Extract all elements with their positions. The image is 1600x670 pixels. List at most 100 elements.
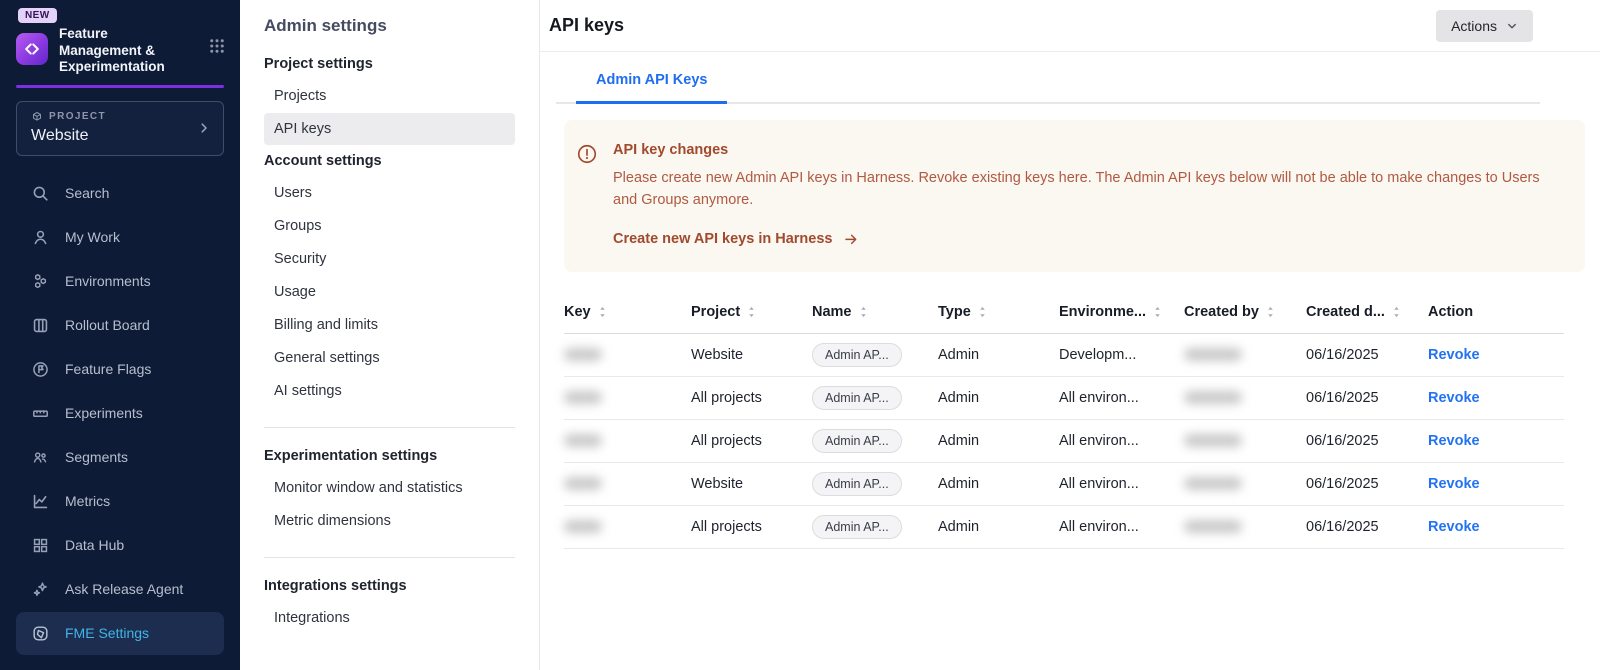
- sidebar-item-label: My Work: [65, 229, 120, 245]
- cell-created-date: 06/16/2025: [1306, 519, 1428, 535]
- table-row: All projects Admin AP... Admin All envir…: [564, 420, 1564, 463]
- project-selector[interactable]: PROJECT Website: [16, 101, 224, 156]
- cell-type: Admin: [938, 476, 1059, 492]
- sidebar-item-data-hub[interactable]: Data Hub: [16, 524, 224, 567]
- table-row: Website Admin AP... Admin Developm... 06…: [564, 334, 1564, 377]
- cell-project: All projects: [691, 519, 812, 535]
- cell-environments: All environ...: [1059, 390, 1184, 406]
- sidebar-item-segments[interactable]: Segments: [16, 436, 224, 479]
- column-header-created-date: Created d...: [1306, 304, 1385, 320]
- primary-nav: Search My Work Environments Rollout Boar…: [16, 172, 224, 655]
- sidebar-item-metrics[interactable]: Metrics: [16, 480, 224, 523]
- cell-type: Admin: [938, 390, 1059, 406]
- table-row: All projects Admin AP... Admin All envir…: [564, 377, 1564, 420]
- column-header-type: Type: [938, 304, 971, 320]
- brand-accent-divider: [16, 85, 224, 88]
- revoke-link[interactable]: Revoke: [1428, 347, 1480, 363]
- redacted-key-value: [564, 434, 602, 447]
- sidebar-item-users[interactable]: Users: [264, 177, 515, 209]
- section-heading-account-settings: Account settings: [264, 153, 515, 169]
- fme-logo-icon: [16, 33, 48, 65]
- sort-icon[interactable]: [858, 305, 869, 319]
- admin-settings-sidebar: Admin settings Project settings Projects…: [240, 0, 540, 670]
- cell-project: All projects: [691, 433, 812, 449]
- fme-settings-icon: [30, 623, 50, 643]
- column-header-project: Project: [691, 304, 740, 320]
- cell-project: Website: [691, 476, 812, 492]
- sidebar-item-ai-settings[interactable]: AI settings: [264, 375, 515, 407]
- table-row: All projects Admin AP... Admin All envir…: [564, 506, 1564, 549]
- redacted-created-by: [1184, 520, 1242, 533]
- sidebar-item-label: Rollout Board: [65, 317, 150, 333]
- sidebar-item-feature-flags[interactable]: Feature Flags: [16, 348, 224, 391]
- create-api-keys-link[interactable]: Create new API keys in Harness: [613, 231, 859, 247]
- revoke-link[interactable]: Revoke: [1428, 433, 1480, 449]
- user-icon: [30, 227, 50, 247]
- sidebar-item-security[interactable]: Security: [264, 243, 515, 275]
- grid-dots-icon[interactable]: [208, 37, 226, 55]
- sidebar-item-api-keys[interactable]: API keys: [264, 113, 515, 145]
- sidebar-item-my-work[interactable]: My Work: [16, 216, 224, 259]
- sort-icon[interactable]: [1391, 305, 1402, 319]
- cell-type: Admin: [938, 519, 1059, 535]
- section-heading-integrations-settings: Integrations settings: [264, 578, 515, 594]
- project-name: Website: [31, 127, 106, 145]
- sort-icon[interactable]: [746, 305, 757, 319]
- sidebar-item-projects[interactable]: Projects: [264, 80, 515, 112]
- tab-admin-api-keys[interactable]: Admin API Keys: [576, 72, 727, 104]
- callout-body: Please create new Admin API keys in Harn…: [613, 167, 1561, 211]
- create-api-keys-link-label: Create new API keys in Harness: [613, 231, 832, 247]
- redacted-created-by: [1184, 391, 1242, 404]
- api-key-changes-callout: API key changes Please create new Admin …: [564, 120, 1585, 272]
- sidebar-item-fme-settings[interactable]: FME Settings: [16, 612, 224, 655]
- tab-content: API key changes Please create new Admin …: [540, 104, 1600, 549]
- brand-header: NEW Feature Management & Experimentation: [0, 0, 240, 76]
- api-key-name-pill: Admin AP...: [812, 515, 902, 539]
- sidebar-item-metric-dimensions[interactable]: Metric dimensions: [264, 505, 515, 537]
- section-heading-project-settings: Project settings: [264, 56, 515, 72]
- sidebar-item-experiments[interactable]: Experiments: [16, 392, 224, 435]
- primary-sidebar: NEW Feature Management & Experimentation: [0, 0, 240, 670]
- revoke-link[interactable]: Revoke: [1428, 476, 1480, 492]
- sidebar-item-monitor-window[interactable]: Monitor window and statistics: [264, 472, 515, 504]
- chevron-right-icon: [197, 121, 211, 135]
- sidebar-item-rollout-board[interactable]: Rollout Board: [16, 304, 224, 347]
- cell-type: Admin: [938, 433, 1059, 449]
- sort-icon[interactable]: [977, 305, 988, 319]
- sort-icon[interactable]: [1265, 305, 1276, 319]
- sidebar-item-usage[interactable]: Usage: [264, 276, 515, 308]
- api-key-name-pill: Admin AP...: [812, 429, 902, 453]
- cell-project: All projects: [691, 390, 812, 406]
- sidebar-item-billing-and-limits[interactable]: Billing and limits: [264, 309, 515, 341]
- sidebar-item-environments[interactable]: Environments: [16, 260, 224, 303]
- project-label: PROJECT: [49, 111, 106, 122]
- sort-icon[interactable]: [1152, 305, 1163, 319]
- api-key-name-pill: Admin AP...: [812, 472, 902, 496]
- sidebar-item-integrations[interactable]: Integrations: [264, 602, 515, 634]
- data-hub-icon: [30, 535, 50, 555]
- sidebar-item-general-settings[interactable]: General settings: [264, 342, 515, 374]
- cell-type: Admin: [938, 347, 1059, 363]
- actions-button[interactable]: Actions: [1436, 10, 1533, 42]
- tab-bar: Admin API Keys: [556, 72, 1540, 104]
- cell-environments: All environ...: [1059, 433, 1184, 449]
- redacted-created-by: [1184, 348, 1242, 361]
- column-header-name: Name: [812, 304, 852, 320]
- revoke-link[interactable]: Revoke: [1428, 519, 1480, 535]
- sidebar-item-label: Search: [65, 185, 109, 201]
- sidebar-item-ask-release-agent[interactable]: Ask Release Agent: [16, 568, 224, 611]
- api-key-name-pill: Admin AP...: [812, 386, 902, 410]
- sidebar-item-label: Metrics: [65, 493, 110, 509]
- sidebar-item-groups[interactable]: Groups: [264, 210, 515, 242]
- actions-button-label: Actions: [1451, 18, 1497, 34]
- cell-project: Website: [691, 347, 812, 363]
- cube-icon: [31, 111, 43, 123]
- sort-icon[interactable]: [597, 305, 608, 319]
- revoke-link[interactable]: Revoke: [1428, 390, 1480, 406]
- cell-created-date: 06/16/2025: [1306, 347, 1428, 363]
- table-header-row: Key Project Name Type Environme... Creat…: [564, 298, 1564, 334]
- sidebar-item-search[interactable]: Search: [16, 172, 224, 215]
- cell-environments: Developm...: [1059, 347, 1184, 363]
- board-icon: [30, 315, 50, 335]
- redacted-key-value: [564, 348, 602, 361]
